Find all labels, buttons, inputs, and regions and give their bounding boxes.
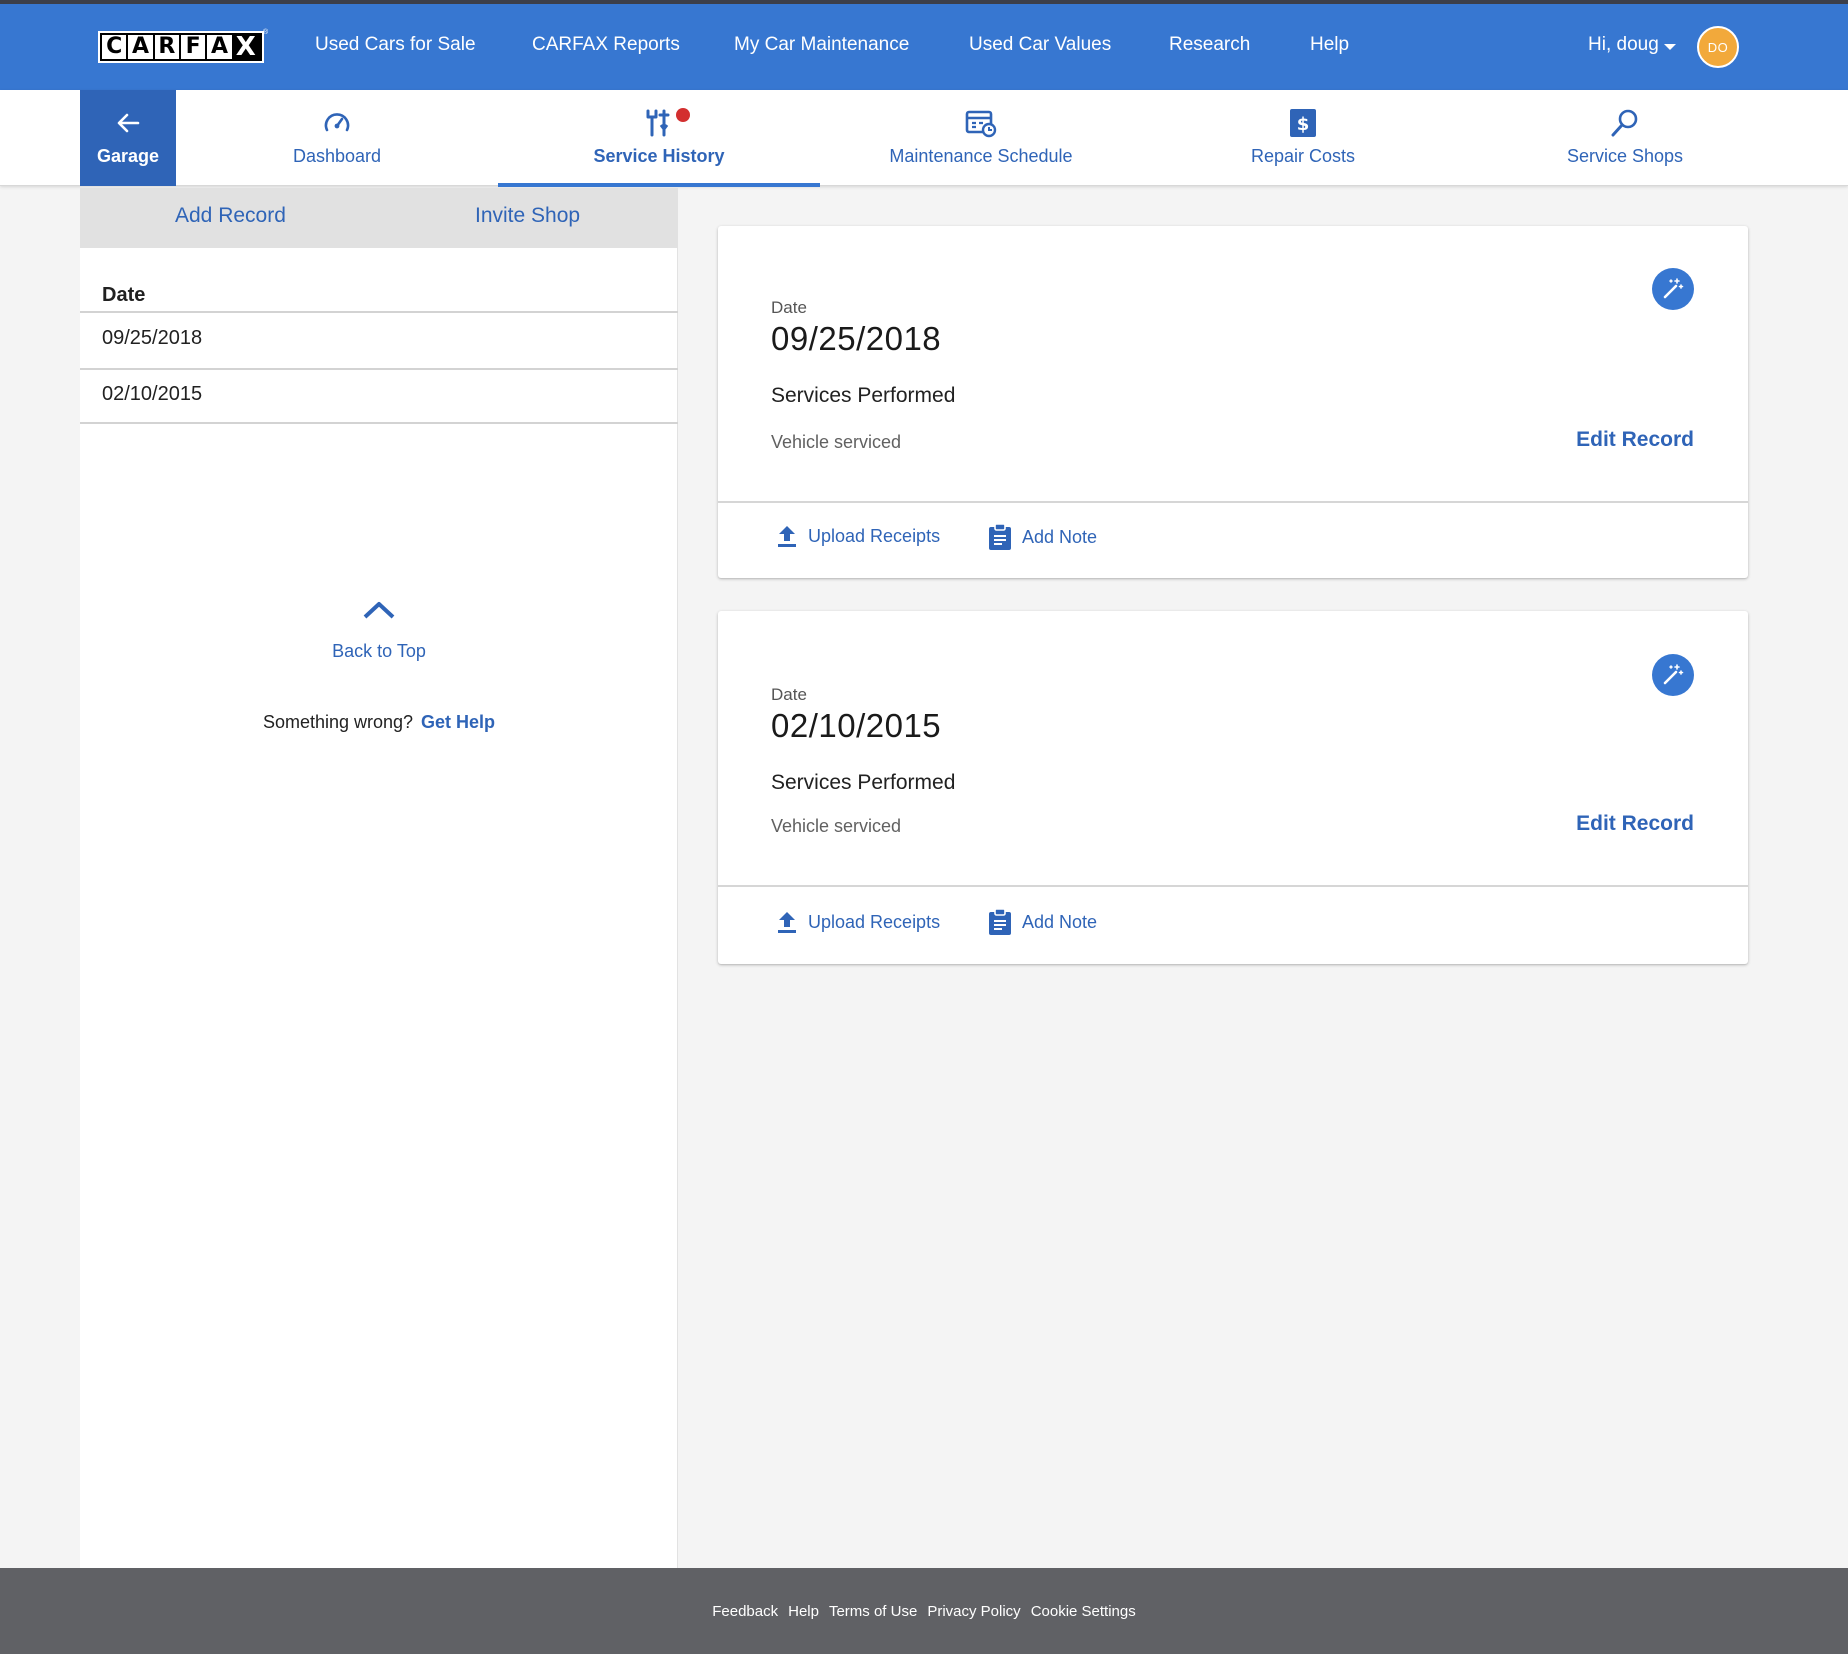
tools-icon [646, 109, 670, 137]
record-date-label: Date [771, 298, 807, 317]
service-description: Vehicle serviced [771, 816, 902, 836]
divider [80, 368, 678, 370]
record-list-panel: Add Record Invite Shop Date 09/25/2018 0… [80, 188, 678, 1568]
help-text: Something wrong? [262, 712, 414, 732]
list-item[interactable]: 09/25/2018 [102, 327, 202, 350]
tab-service-history[interactable]: Service History [498, 90, 820, 187]
service-record-card: Date 02/10/2015 Services Performed Vehic… [718, 611, 1748, 964]
tab-maintenance-schedule[interactable]: Maintenance Schedule [820, 90, 1142, 186]
add-note-button[interactable]: Add Note [988, 523, 1097, 551]
notification-dot [676, 108, 690, 122]
invite-shop-button[interactable]: Invite Shop [475, 204, 580, 228]
record-actions-bar: Add Record Invite Shop [80, 188, 678, 248]
add-note-button[interactable]: Add Note [988, 908, 1097, 936]
search-icon [1611, 109, 1638, 137]
speedometer-icon [324, 113, 350, 132]
nav-my-car-maintenance[interactable]: My Car Maintenance [734, 34, 909, 56]
upload-icon [778, 912, 796, 933]
record-date: 02/10/2015 [771, 707, 942, 744]
date-column-header: Date [102, 284, 146, 306]
svg-text:$: $ [1297, 114, 1310, 135]
upload-receipts-button[interactable]: Upload Receipts [776, 910, 940, 934]
add-record-button[interactable]: Add Record [175, 204, 286, 228]
services-performed-label: Services Performed [771, 771, 956, 794]
footer-link-feedback[interactable]: Feedback [712, 1603, 778, 1620]
nav-used-cars-for-sale[interactable]: Used Cars for Sale [315, 34, 476, 56]
footer-link-help[interactable]: Help [788, 1603, 819, 1620]
divider [80, 311, 678, 313]
upload-receipts-button[interactable]: Upload Receipts [776, 524, 940, 548]
upload-icon [778, 526, 796, 547]
nav-help[interactable]: Help [1310, 34, 1349, 56]
divider [80, 422, 678, 424]
garage-back-button[interactable]: Garage [80, 90, 176, 186]
page-footer: Feedback Help Terms of Use Privacy Polic… [0, 1568, 1848, 1654]
footer-link-cookie-settings[interactable]: Cookie Settings [1031, 1603, 1136, 1620]
tab-repair-costs[interactable]: $ Repair Costs [1142, 90, 1464, 186]
carfax-logo[interactable]: C A R F A X ® [98, 29, 268, 63]
chevron-down-icon[interactable] [1664, 44, 1676, 50]
clipboard-icon [989, 908, 1011, 935]
help-line: Something wrong? Get Help [80, 712, 678, 733]
nav-used-car-values[interactable]: Used Car Values [969, 34, 1111, 56]
nav-research[interactable]: Research [1169, 34, 1250, 56]
services-performed-label: Services Performed [771, 384, 956, 407]
back-to-top-label: Back to Top [332, 641, 426, 661]
top-header: C A R F A X ® Used Cars for Sale CARFAX … [0, 4, 1848, 90]
garage-label: Garage [96, 146, 160, 166]
tab-service-shops[interactable]: Service Shops [1464, 90, 1786, 186]
calendar-clock-icon [965, 110, 997, 138]
arrow-left-icon [117, 113, 140, 133]
chevron-up-icon [363, 602, 395, 619]
divider [718, 885, 1748, 887]
tab-dashboard[interactable]: Dashboard [176, 90, 498, 186]
user-menu[interactable]: Hi, doug [1588, 34, 1659, 56]
clipboard-icon [989, 523, 1011, 550]
edit-record-button[interactable]: Edit Record [1576, 812, 1694, 836]
edit-record-button[interactable]: Edit Record [1576, 428, 1694, 452]
vehicle-subnav: Garage Dashboard Service History Mainten… [0, 90, 1848, 187]
magic-wand-icon [1663, 278, 1684, 299]
service-description: Vehicle serviced [771, 432, 902, 452]
magic-wand-button[interactable] [1652, 268, 1694, 310]
record-date: 09/25/2018 [771, 320, 942, 357]
service-record-card: Date 09/25/2018 Services Performed Vehic… [718, 226, 1748, 578]
footer-link-terms[interactable]: Terms of Use [829, 1603, 917, 1620]
nav-carfax-reports[interactable]: CARFAX Reports [532, 34, 680, 56]
record-date-label: Date [771, 685, 807, 704]
divider [718, 501, 1748, 503]
list-item[interactable]: 02/10/2015 [102, 383, 202, 406]
get-help-link[interactable]: Get Help [421, 712, 495, 732]
magic-wand-button[interactable] [1652, 654, 1694, 696]
dollar-icon: $ [1290, 109, 1316, 137]
back-to-top-button[interactable]: Back to Top [80, 600, 678, 662]
magic-wand-icon [1663, 664, 1684, 685]
footer-link-privacy[interactable]: Privacy Policy [927, 1603, 1020, 1620]
avatar[interactable]: DO [1697, 26, 1739, 68]
